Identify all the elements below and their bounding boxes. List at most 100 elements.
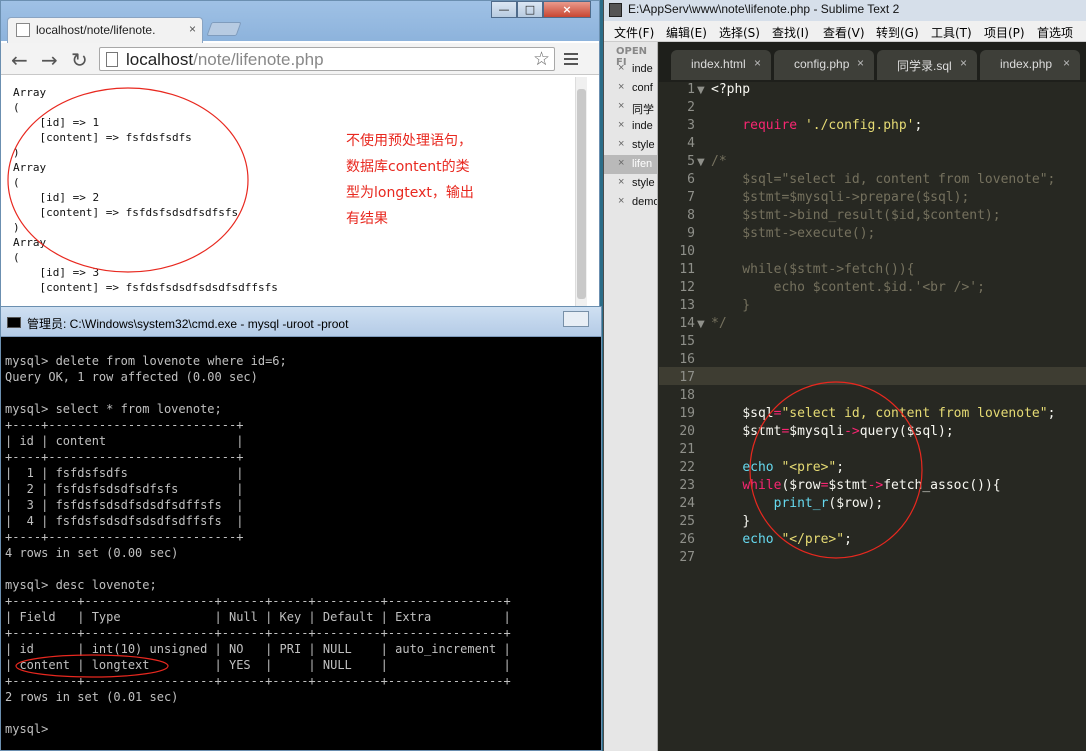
php-print-output: Array ( [id] => 1 [content] => fsfdsfsdf… bbox=[13, 86, 278, 294]
menu-item-tools[interactable]: 工具(T) bbox=[931, 24, 972, 41]
page-favicon-icon bbox=[16, 23, 30, 37]
code-line: while($row=$stmt->fetch_assoc()){ bbox=[711, 478, 1000, 493]
editor-tab[interactable]: index.html × bbox=[671, 50, 771, 80]
sidebar-file[interactable]: × style bbox=[604, 136, 657, 155]
close-icon[interactable]: × bbox=[618, 81, 624, 93]
editor-tab[interactable]: config.php × bbox=[774, 50, 874, 80]
menu-item-selection[interactable]: 选择(S) bbox=[719, 24, 760, 41]
code-keyword: while bbox=[742, 478, 782, 493]
page-scrollbar[interactable] bbox=[575, 77, 587, 309]
close-icon[interactable]: × bbox=[618, 100, 624, 112]
line-number: 12 bbox=[679, 280, 695, 295]
menu-item-preferences[interactable]: 首选项 bbox=[1037, 24, 1073, 41]
minimize-button[interactable]: — bbox=[491, 1, 517, 18]
fold-toggle-icon[interactable]: ▼ bbox=[697, 85, 705, 96]
code-editor[interactable]: 1 2 3 4 5 6 7 8 9 10 11 12 13 14 15 16 1… bbox=[659, 82, 1086, 751]
line-number: 24 bbox=[679, 496, 695, 511]
code-comment: $stmt=$mysqli->prepare($sql); bbox=[711, 190, 970, 205]
fold-toggle-icon[interactable]: ▼ bbox=[697, 157, 705, 168]
browser-tab[interactable]: localhost/note/lifenote. × bbox=[7, 17, 203, 43]
forward-arrow-icon[interactable]: → bbox=[41, 48, 58, 72]
code-line: $stmt=$mysqli->query($sql); bbox=[711, 424, 953, 439]
menu-item-goto[interactable]: 转到(G) bbox=[876, 24, 919, 41]
code-variable: $sql bbox=[742, 406, 774, 421]
sidebar-file-label: conf bbox=[632, 82, 653, 94]
line-number: 20 bbox=[679, 424, 695, 439]
menu-item-file[interactable]: 文件(F) bbox=[614, 24, 654, 41]
code-comment: $stmt->bind_result($id,$content); bbox=[711, 208, 1001, 223]
sidebar-file-label: lifen bbox=[632, 158, 653, 170]
line-number: 3 bbox=[687, 118, 695, 133]
code-string: './config.php' bbox=[804, 118, 915, 133]
sidebar-file[interactable]: × style bbox=[604, 174, 657, 193]
close-icon[interactable]: × bbox=[857, 56, 864, 70]
reload-icon[interactable]: ↻ bbox=[71, 48, 88, 72]
code-text: } bbox=[742, 514, 751, 529]
back-arrow-icon[interactable]: ← bbox=[11, 48, 28, 72]
close-icon[interactable]: × bbox=[1063, 56, 1070, 70]
line-number: 18 bbox=[679, 388, 695, 403]
tab-close-icon[interactable]: × bbox=[189, 22, 196, 36]
menu-item-find[interactable]: 查找(I) bbox=[772, 24, 809, 41]
close-icon[interactable]: × bbox=[618, 195, 624, 207]
line-number: 9 bbox=[687, 226, 695, 241]
line-number: 7 bbox=[687, 190, 695, 205]
close-icon[interactable]: × bbox=[754, 56, 761, 70]
menu-item-edit[interactable]: 编辑(E) bbox=[666, 24, 707, 41]
code-text: ; bbox=[836, 460, 845, 475]
sidebar-file[interactable]: × conf bbox=[604, 79, 657, 98]
close-button[interactable]: × bbox=[543, 1, 591, 18]
menu-item-project[interactable]: 项目(P) bbox=[984, 24, 1025, 41]
sidebar-file[interactable]: × 同学 bbox=[604, 98, 657, 117]
scrollbar-thumb[interactable] bbox=[577, 89, 586, 299]
menu-item-view[interactable]: 查看(V) bbox=[823, 24, 865, 41]
code-function: query bbox=[859, 424, 899, 439]
chrome-menu-icon[interactable] bbox=[564, 53, 578, 68]
cmd-console[interactable]: mysql> delete from lovenote where id=6; … bbox=[5, 353, 595, 745]
page-content: Array ( [id] => 1 [content] => fsfdsfsdf… bbox=[1, 77, 587, 309]
maximize-button[interactable]: □ bbox=[517, 1, 543, 18]
code-keyword: echo bbox=[742, 460, 774, 475]
bookmark-star-icon[interactable]: ☆ bbox=[533, 48, 550, 70]
browser-toolbar: ← → ↻ localhost/note/lifenote.php ☆ bbox=[1, 43, 599, 75]
close-icon[interactable]: × bbox=[618, 138, 624, 150]
annotation-line: 有结果 bbox=[346, 211, 388, 227]
sidebar-file-label: 同学 bbox=[632, 104, 654, 116]
code-line: print_r($row); bbox=[711, 496, 884, 511]
cmd-minimize-button[interactable] bbox=[563, 311, 589, 327]
close-icon[interactable]: × bbox=[618, 157, 624, 169]
code-string: "</pre>" bbox=[781, 532, 845, 547]
line-number: 16 bbox=[679, 352, 695, 367]
code-line: require './config.php'; bbox=[711, 118, 922, 133]
code-line: echo "<pre>"; bbox=[711, 460, 844, 475]
page-icon bbox=[106, 52, 118, 67]
fold-toggle-icon[interactable]: ▼ bbox=[697, 319, 705, 330]
line-number: 4 bbox=[687, 136, 695, 151]
editor-tab[interactable]: index.php × bbox=[980, 50, 1080, 80]
sidebar-file-active[interactable]: × lifen bbox=[604, 155, 657, 174]
address-bar[interactable]: localhost/note/lifenote.php ☆ bbox=[99, 47, 555, 71]
new-tab-button[interactable] bbox=[206, 22, 242, 36]
close-icon[interactable]: × bbox=[960, 56, 967, 70]
editor-tab-label: 同学录.sql bbox=[897, 59, 952, 73]
sublime-app-icon bbox=[609, 3, 622, 17]
cmd-titlebar: 管理员: C:\Windows\system32\cmd.exe - mysql… bbox=[1, 307, 601, 337]
annotation-line: 数据库content的类 bbox=[346, 159, 470, 175]
code-comment: echo $content.$id.'<br />'; bbox=[711, 280, 985, 295]
close-icon[interactable]: × bbox=[618, 62, 624, 74]
sidebar-file[interactable]: × inde bbox=[604, 60, 657, 79]
editor-tab-label: config.php bbox=[794, 57, 850, 71]
close-icon[interactable]: × bbox=[618, 119, 624, 131]
sidebar-file[interactable]: × inde bbox=[604, 117, 657, 136]
line-number: 21 bbox=[679, 442, 695, 457]
line-number: 22 bbox=[679, 460, 695, 475]
sidebar-file[interactable]: × demo bbox=[604, 193, 657, 212]
code-comment: */ bbox=[711, 316, 727, 331]
editor-tab-label: index.php bbox=[1000, 57, 1053, 71]
code-comment: /* bbox=[711, 154, 727, 169]
editor-tab[interactable]: 同学录.sql × bbox=[877, 50, 977, 80]
editor-tab-label: index.html bbox=[691, 57, 746, 71]
sidebar-file-label: inde bbox=[632, 63, 653, 75]
annotation-note: 不使用预处理语句， 数据库content的类 型为longtext，输出 有结果 bbox=[346, 128, 496, 232]
close-icon[interactable]: × bbox=[618, 176, 624, 188]
